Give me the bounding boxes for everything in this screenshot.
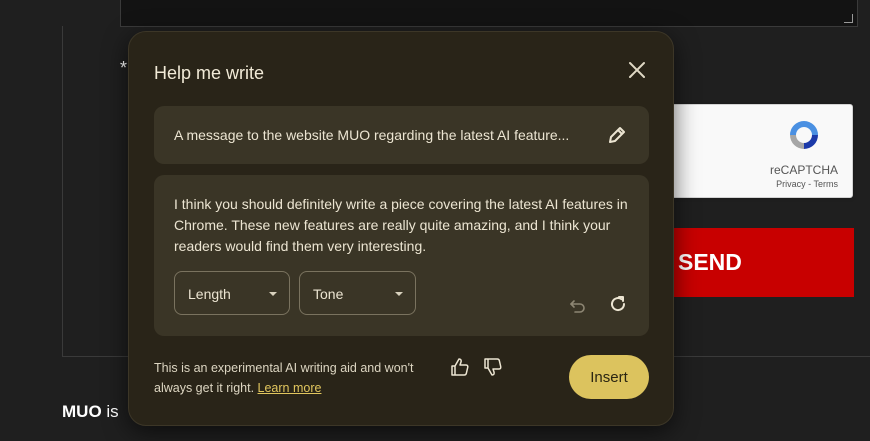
help-me-write-dialog: Help me write A message to the website M… xyxy=(128,31,674,426)
thumbs-down-button[interactable] xyxy=(483,357,503,377)
insert-button[interactable]: Insert xyxy=(569,355,649,399)
message-textarea[interactable] xyxy=(120,0,858,27)
chevron-down-icon xyxy=(395,292,403,296)
send-button[interactable]: SEND xyxy=(660,228,854,297)
close-button[interactable] xyxy=(625,58,649,82)
prompt-box: A message to the website MUO regarding t… xyxy=(154,106,649,164)
chevron-down-icon xyxy=(269,292,277,296)
tone-dropdown-label: Tone xyxy=(313,286,344,302)
pencil-icon xyxy=(606,124,628,146)
regenerate-button[interactable] xyxy=(608,294,628,314)
thumb-up-icon xyxy=(450,357,470,377)
edit-prompt-button[interactable] xyxy=(606,124,628,146)
length-dropdown[interactable]: Length xyxy=(174,271,290,315)
response-box: I think you should definitely write a pi… xyxy=(154,175,649,336)
resize-handle[interactable] xyxy=(844,14,853,23)
length-dropdown-label: Length xyxy=(188,286,231,302)
prompt-text: A message to the website MUO regarding t… xyxy=(174,127,570,143)
footer-suffix: is xyxy=(101,402,119,421)
recaptcha-links[interactable]: Privacy - Terms xyxy=(776,179,838,189)
learn-more-link[interactable]: Learn more xyxy=(258,381,322,395)
recaptcha-logo xyxy=(786,117,822,153)
response-text: I think you should definitely write a pi… xyxy=(174,196,628,254)
thumb-down-icon xyxy=(483,357,503,377)
required-marker: * xyxy=(120,58,128,78)
refresh-icon xyxy=(608,294,628,314)
disclaimer-text: This is an experimental AI writing aid a… xyxy=(154,358,444,398)
footer-brand: MUO xyxy=(62,402,102,421)
thumbs-up-button[interactable] xyxy=(450,357,470,377)
dialog-title: Help me write xyxy=(154,63,265,83)
undo-icon xyxy=(569,297,587,315)
recaptcha-widget[interactable]: reCAPTCHA Privacy - Terms xyxy=(660,104,853,198)
close-icon xyxy=(625,58,649,82)
recaptcha-label: reCAPTCHA xyxy=(769,163,838,177)
tone-dropdown[interactable]: Tone xyxy=(299,271,416,315)
undo-button[interactable] xyxy=(569,297,587,315)
footer-text: MUO is xyxy=(62,402,119,422)
